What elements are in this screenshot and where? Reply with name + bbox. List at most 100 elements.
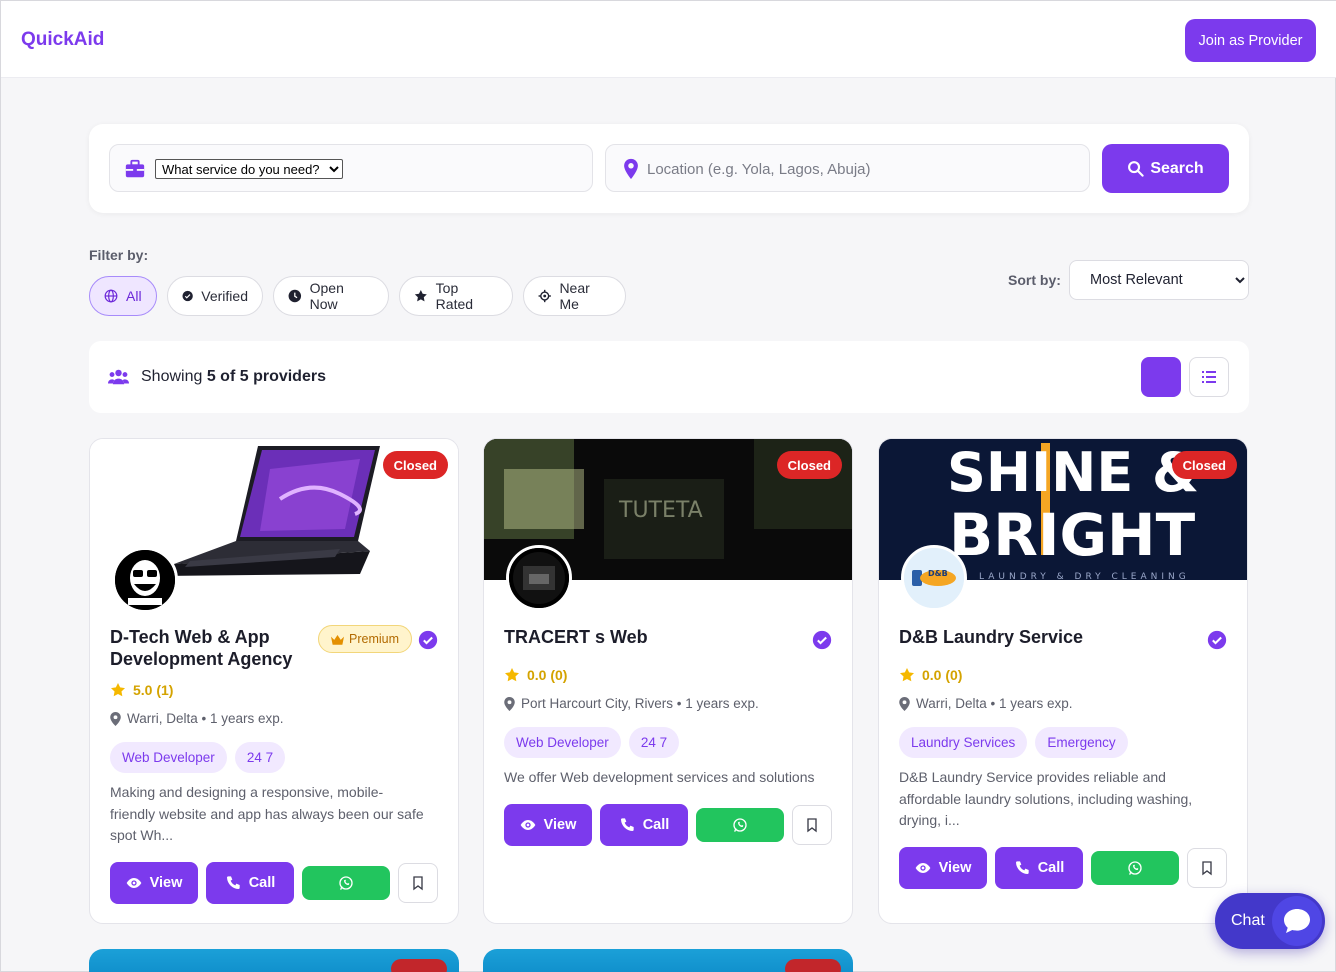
call-button[interactable]: Call [600,804,688,846]
crown-icon [331,634,344,645]
tag[interactable]: Emergency [1035,727,1128,758]
search-button-label: Search [1150,159,1204,177]
bookmark-button[interactable] [792,805,832,845]
card-actions: View Call [110,862,438,904]
search-button[interactable]: Search [1102,144,1229,193]
provider-name[interactable]: TRACERT s Web [504,626,648,648]
location-field[interactable] [605,144,1090,192]
whatsapp-icon [733,818,747,832]
eye-icon [915,863,930,873]
bookmark-button[interactable] [1187,848,1227,888]
provider-card[interactable]: TUTETA Closed TRACERT s Web 0.0 (0) Port… [483,438,853,924]
whatsapp-button[interactable] [302,866,390,900]
whatsapp-button[interactable] [696,808,784,842]
whatsapp-icon [339,876,353,890]
bookmark-button[interactable] [398,863,438,903]
crosshair-icon [538,289,551,303]
phone-icon [226,876,240,889]
service-field[interactable]: What service do you need? [109,144,593,192]
description-line: spot Wh... [110,827,174,843]
call-label: Call [248,875,276,891]
map-pin-icon [899,696,910,711]
location-input[interactable] [647,155,1067,183]
tag[interactable]: Laundry Services [899,727,1028,758]
filter-chip-all[interactable]: All [89,276,157,316]
eye-icon [520,820,535,830]
filter-chip-verified[interactable]: Verified [167,276,263,316]
provider-card[interactable]: SHINE & BRIGHT LAUNDRY & DRY CLEANING Cl… [878,438,1248,924]
tag[interactable]: Web Developer [110,742,227,773]
provider-name[interactable]: D-Tech Web & App Development Agency [110,626,292,670]
rating-value: 0.0 (0) [922,667,963,683]
filter-chip-label: Open Now [309,280,344,312]
map-pin-icon [504,696,515,711]
rating-value: 5.0 (1) [133,682,174,698]
description-line: affordable laundry solutions, including … [899,790,1193,807]
provider-description: Making and designing a responsive, mobil… [110,782,440,847]
view-label: View [149,875,183,891]
results-bar: Showing 5 of 5 providers [89,341,1249,413]
chat-widget-button[interactable]: Chat [1215,893,1325,949]
description-line: drying, i... [899,812,960,828]
tag[interactable]: Web Developer [504,727,621,758]
star-icon [505,668,519,682]
service-select[interactable]: What service do you need? [155,159,343,179]
users-icon [108,369,129,385]
bookmark-icon [1202,861,1212,876]
description-line: friendly website and app has always been… [110,805,424,822]
check-circle-icon [182,290,193,302]
bookmark-icon [807,818,817,833]
provider-location: Warri, Delta • 1 years exp. [899,696,1073,711]
tag-list: Laundry Services Emergency [899,727,1128,758]
view-button[interactable]: View [110,862,198,904]
provider-name[interactable]: D&B Laundry Service [899,626,1083,648]
view-button[interactable]: View [899,847,987,889]
tag-list: Web Developer 24 7 [504,727,680,758]
provider-description: We offer Web development services and so… [504,767,834,789]
filter-label: Filter by: [89,247,149,263]
filter-chip-near-me[interactable]: Near Me [523,276,626,316]
call-button[interactable]: Call [995,847,1083,889]
provider-card[interactable]: Closed D-Tech Web & App Development Agen… [89,438,459,924]
location-text: Port Harcourt City, Rivers • 1 years exp… [521,696,759,711]
tag[interactable]: 24 7 [628,727,680,758]
rating-value: 0.0 (0) [527,667,568,683]
grid-view-button[interactable] [1141,357,1181,397]
provider-avatar [506,545,572,611]
sort-select[interactable]: Most Relevant [1069,260,1249,300]
provider-avatar: D&B [901,545,967,611]
tag[interactable]: 24 7 [234,742,286,773]
eye-icon [126,878,141,888]
search-panel: What service do you need? Search [89,124,1249,213]
view-button[interactable]: View [504,804,592,846]
briefcase-icon [125,159,145,178]
list-view-button[interactable] [1189,357,1229,397]
brand-logo[interactable]: QuickAid [21,29,104,51]
star-icon [414,290,427,302]
chat-bubble-icon [1284,909,1310,933]
provider-name-line: TRACERT s Web [504,627,648,647]
filter-chip-label: Top Rated [435,280,474,312]
filter-chip-top-rated[interactable]: Top Rated [399,276,513,316]
filter-chip-open-now[interactable]: Open Now [273,276,389,316]
description-line: Making and designing a responsive, mobil… [110,784,384,800]
view-label: View [543,817,577,833]
list-icon [1202,371,1216,383]
call-label: Call [1037,860,1065,876]
whatsapp-button[interactable] [1091,851,1179,885]
join-as-provider-button[interactable]: Join as Provider [1185,19,1316,62]
top-navbar: QuickAid Join as Provider [1,1,1336,78]
provider-card-partial[interactable] [89,949,459,972]
filter-chip-label: Near Me [559,280,590,312]
search-icon [1128,161,1144,177]
view-label: View [938,860,972,876]
map-pin-icon [624,158,638,180]
rating: 0.0 (0) [899,667,962,683]
verified-badge-icon [1207,630,1227,650]
provider-avatar [112,547,178,613]
verified-badge-icon [418,630,438,650]
provider-card-partial[interactable] [483,949,853,972]
chat-bubble[interactable] [1272,896,1322,946]
results-prefix: Showing [141,368,203,385]
call-button[interactable]: Call [206,862,294,904]
